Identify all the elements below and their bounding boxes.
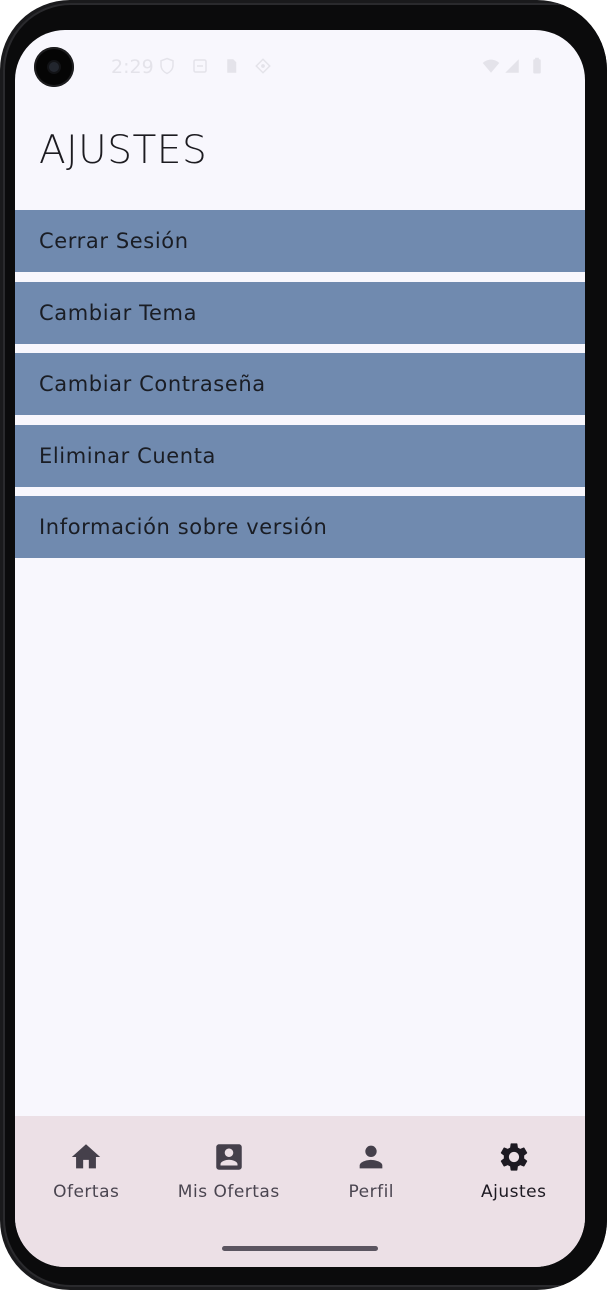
logout-label: Cerrar Sesión <box>39 229 189 253</box>
nav-item-ofertas[interactable]: Ofertas <box>15 1116 158 1267</box>
wifi-icon <box>481 57 501 75</box>
battery-icon <box>531 57 543 75</box>
nav-item-ajustes[interactable]: Ajustes <box>443 1116 586 1267</box>
status-bar: 2:29 <box>15 30 585 100</box>
settings-list: Cerrar Sesión Cambiar Tema Cambiar Contr… <box>15 210 585 568</box>
screenshot-icon <box>191 57 209 75</box>
page-title: AJUSTES <box>39 128 208 173</box>
home-icon <box>69 1140 103 1174</box>
nav-label-ajustes: Ajustes <box>481 1182 547 1202</box>
nav-label-ofertas: Ofertas <box>53 1182 120 1202</box>
sim-card-icon <box>222 57 240 75</box>
front-camera <box>34 47 74 87</box>
bottom-navigation: Ofertas Mis Ofertas Perfil Ajustes <box>15 1116 585 1267</box>
gear-icon <box>497 1140 531 1174</box>
status-time: 2:29 <box>111 56 154 78</box>
device-frame: 2:29 AJUSTES Cerrar Sesión Cambiar Tema … <box>0 0 607 1290</box>
logout-button[interactable]: Cerrar Sesión <box>15 210 585 272</box>
sync-icon <box>254 57 272 75</box>
change-theme-label: Cambiar Tema <box>39 300 198 325</box>
nav-item-mis-ofertas[interactable]: Mis Ofertas <box>158 1116 301 1267</box>
version-info-button[interactable]: Información sobre versión <box>15 496 585 558</box>
signal-icon <box>503 57 521 75</box>
delete-account-button[interactable]: Eliminar Cuenta <box>15 424 585 487</box>
contact-card-icon <box>212 1140 246 1174</box>
nav-item-perfil[interactable]: Perfil <box>300 1116 443 1267</box>
home-indicator[interactable] <box>222 1246 378 1251</box>
shield-icon <box>158 57 176 75</box>
nav-label-perfil: Perfil <box>348 1182 395 1202</box>
delete-account-label: Eliminar Cuenta <box>39 443 217 468</box>
app-screen: 2:29 AJUSTES Cerrar Sesión Cambiar Tema … <box>15 30 585 1267</box>
nav-label-mis-ofertas: Mis Ofertas <box>177 1182 280 1202</box>
change-theme-button[interactable]: Cambiar Tema <box>15 281 585 344</box>
person-icon <box>354 1140 388 1174</box>
version-info-label: Información sobre versión <box>39 515 328 539</box>
change-password-label: Cambiar Contraseña <box>39 372 266 396</box>
change-password-button[interactable]: Cambiar Contraseña <box>15 353 585 415</box>
